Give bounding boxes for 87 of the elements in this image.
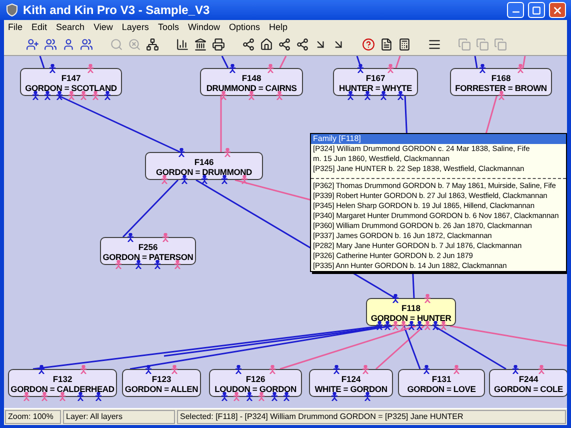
search-icon bbox=[110, 38, 122, 51]
couple-names: WHITE = GORDON bbox=[314, 384, 388, 394]
close-button[interactable] bbox=[549, 2, 566, 18]
calculator-icon bbox=[398, 38, 410, 51]
help-icon bbox=[362, 38, 374, 51]
family-id: F146 bbox=[194, 157, 214, 167]
family-id: F123 bbox=[152, 374, 172, 384]
people-icon bbox=[44, 38, 56, 51]
branch-button[interactable] bbox=[240, 36, 256, 52]
print-icon bbox=[212, 38, 224, 51]
magnifier-icon bbox=[128, 38, 140, 51]
close-icon bbox=[552, 4, 563, 16]
tree-icon bbox=[146, 38, 158, 51]
building-icon bbox=[194, 38, 206, 51]
help-button[interactable] bbox=[360, 36, 376, 52]
add-person-button[interactable] bbox=[24, 36, 40, 52]
menu-item[interactable]: File bbox=[8, 21, 23, 33]
copy-icon bbox=[458, 38, 470, 51]
window-title: Kith and Kin Pro V3 - Sample_V3 bbox=[23, 2, 211, 19]
couple-names: GORDON = PATERSON bbox=[102, 252, 194, 262]
minimize-button[interactable] bbox=[507, 2, 524, 18]
family-id: F147 bbox=[61, 73, 81, 83]
maximize-button[interactable] bbox=[528, 2, 545, 18]
document-icon bbox=[380, 38, 392, 51]
couple-names: LOUDON = GORDON bbox=[214, 384, 296, 394]
people-button[interactable] bbox=[78, 36, 94, 52]
connector-line bbox=[221, 56, 229, 68]
menu-item[interactable]: Search bbox=[56, 21, 85, 33]
app-shield-icon bbox=[5, 3, 19, 17]
couple-names: GORDON = CALDERHEAD bbox=[10, 384, 114, 394]
menu-item[interactable]: Layers bbox=[122, 21, 149, 33]
menu-item[interactable]: Help bbox=[269, 21, 288, 33]
bar-chart-icon bbox=[176, 38, 188, 51]
couple-names: GORDON = COLE bbox=[494, 384, 563, 394]
branch-button[interactable] bbox=[276, 36, 292, 52]
family-id: F167 bbox=[366, 73, 386, 83]
house-button[interactable] bbox=[258, 36, 274, 52]
couple-names: GORDON = HUNTER bbox=[370, 313, 452, 323]
branch-button[interactable] bbox=[294, 36, 310, 52]
family-id: F168 bbox=[491, 73, 511, 83]
add-person-icon bbox=[26, 38, 38, 51]
list-icon bbox=[428, 38, 440, 51]
couple-names: FORRESTER = BROWN bbox=[455, 83, 547, 93]
connector-line bbox=[122, 179, 179, 238]
family-id: F124 bbox=[341, 374, 361, 384]
connector-line bbox=[522, 56, 526, 68]
menu-item[interactable]: Tools bbox=[158, 21, 179, 33]
connector-line bbox=[220, 95, 222, 152]
branch-icon bbox=[296, 38, 308, 51]
people-button[interactable] bbox=[42, 36, 58, 52]
branch-icon bbox=[278, 38, 290, 51]
couple-names: HUNTER = WHYTE bbox=[339, 83, 412, 93]
branch-icon bbox=[242, 38, 254, 51]
status-pane: Layer: All layers bbox=[63, 410, 175, 424]
connector-line bbox=[395, 56, 401, 68]
copy-icon bbox=[494, 38, 506, 51]
tree-button[interactable] bbox=[144, 36, 160, 52]
couple-names: DRUMMOND = CAIRNS bbox=[206, 83, 297, 93]
couple-names: GORDON = ALLEN bbox=[124, 384, 198, 394]
family-id: F118 bbox=[402, 303, 420, 313]
connector-line bbox=[39, 56, 45, 68]
person-icon bbox=[62, 38, 74, 51]
menu-item[interactable]: Window bbox=[188, 21, 220, 33]
people-icon bbox=[80, 38, 92, 51]
couple-names: GORDON = SCOTLAND bbox=[25, 83, 117, 93]
status-pane: Zoom: 100% bbox=[5, 410, 61, 424]
print-button[interactable] bbox=[210, 36, 226, 52]
couple-names: GORDON = DRUMMOND bbox=[156, 167, 252, 177]
family-id: F132 bbox=[52, 374, 72, 384]
connector-line bbox=[279, 56, 287, 68]
family-id: F148 bbox=[242, 73, 262, 83]
menu-item[interactable]: View bbox=[94, 21, 113, 33]
family-id: F126 bbox=[246, 374, 266, 384]
status-pane: Selected: [F118] - [P324] William Drummond GORDON = [P325] Jane HUNTER bbox=[177, 410, 566, 424]
couple-names: GORDON = LOVE bbox=[407, 384, 476, 394]
popup-title: Family [F118] bbox=[311, 134, 566, 144]
maximize-icon bbox=[532, 6, 541, 14]
connector-line bbox=[474, 56, 478, 68]
family-id: F131 bbox=[432, 374, 452, 384]
building-button[interactable] bbox=[192, 36, 208, 52]
copy-icon bbox=[476, 38, 488, 51]
family-id: F256 bbox=[138, 242, 158, 252]
house-icon bbox=[260, 38, 272, 51]
bar-chart-button[interactable] bbox=[174, 36, 190, 52]
menu-item[interactable]: Options bbox=[228, 21, 260, 33]
family-id: F244 bbox=[518, 374, 538, 384]
menu-item[interactable]: Edit bbox=[32, 21, 48, 33]
